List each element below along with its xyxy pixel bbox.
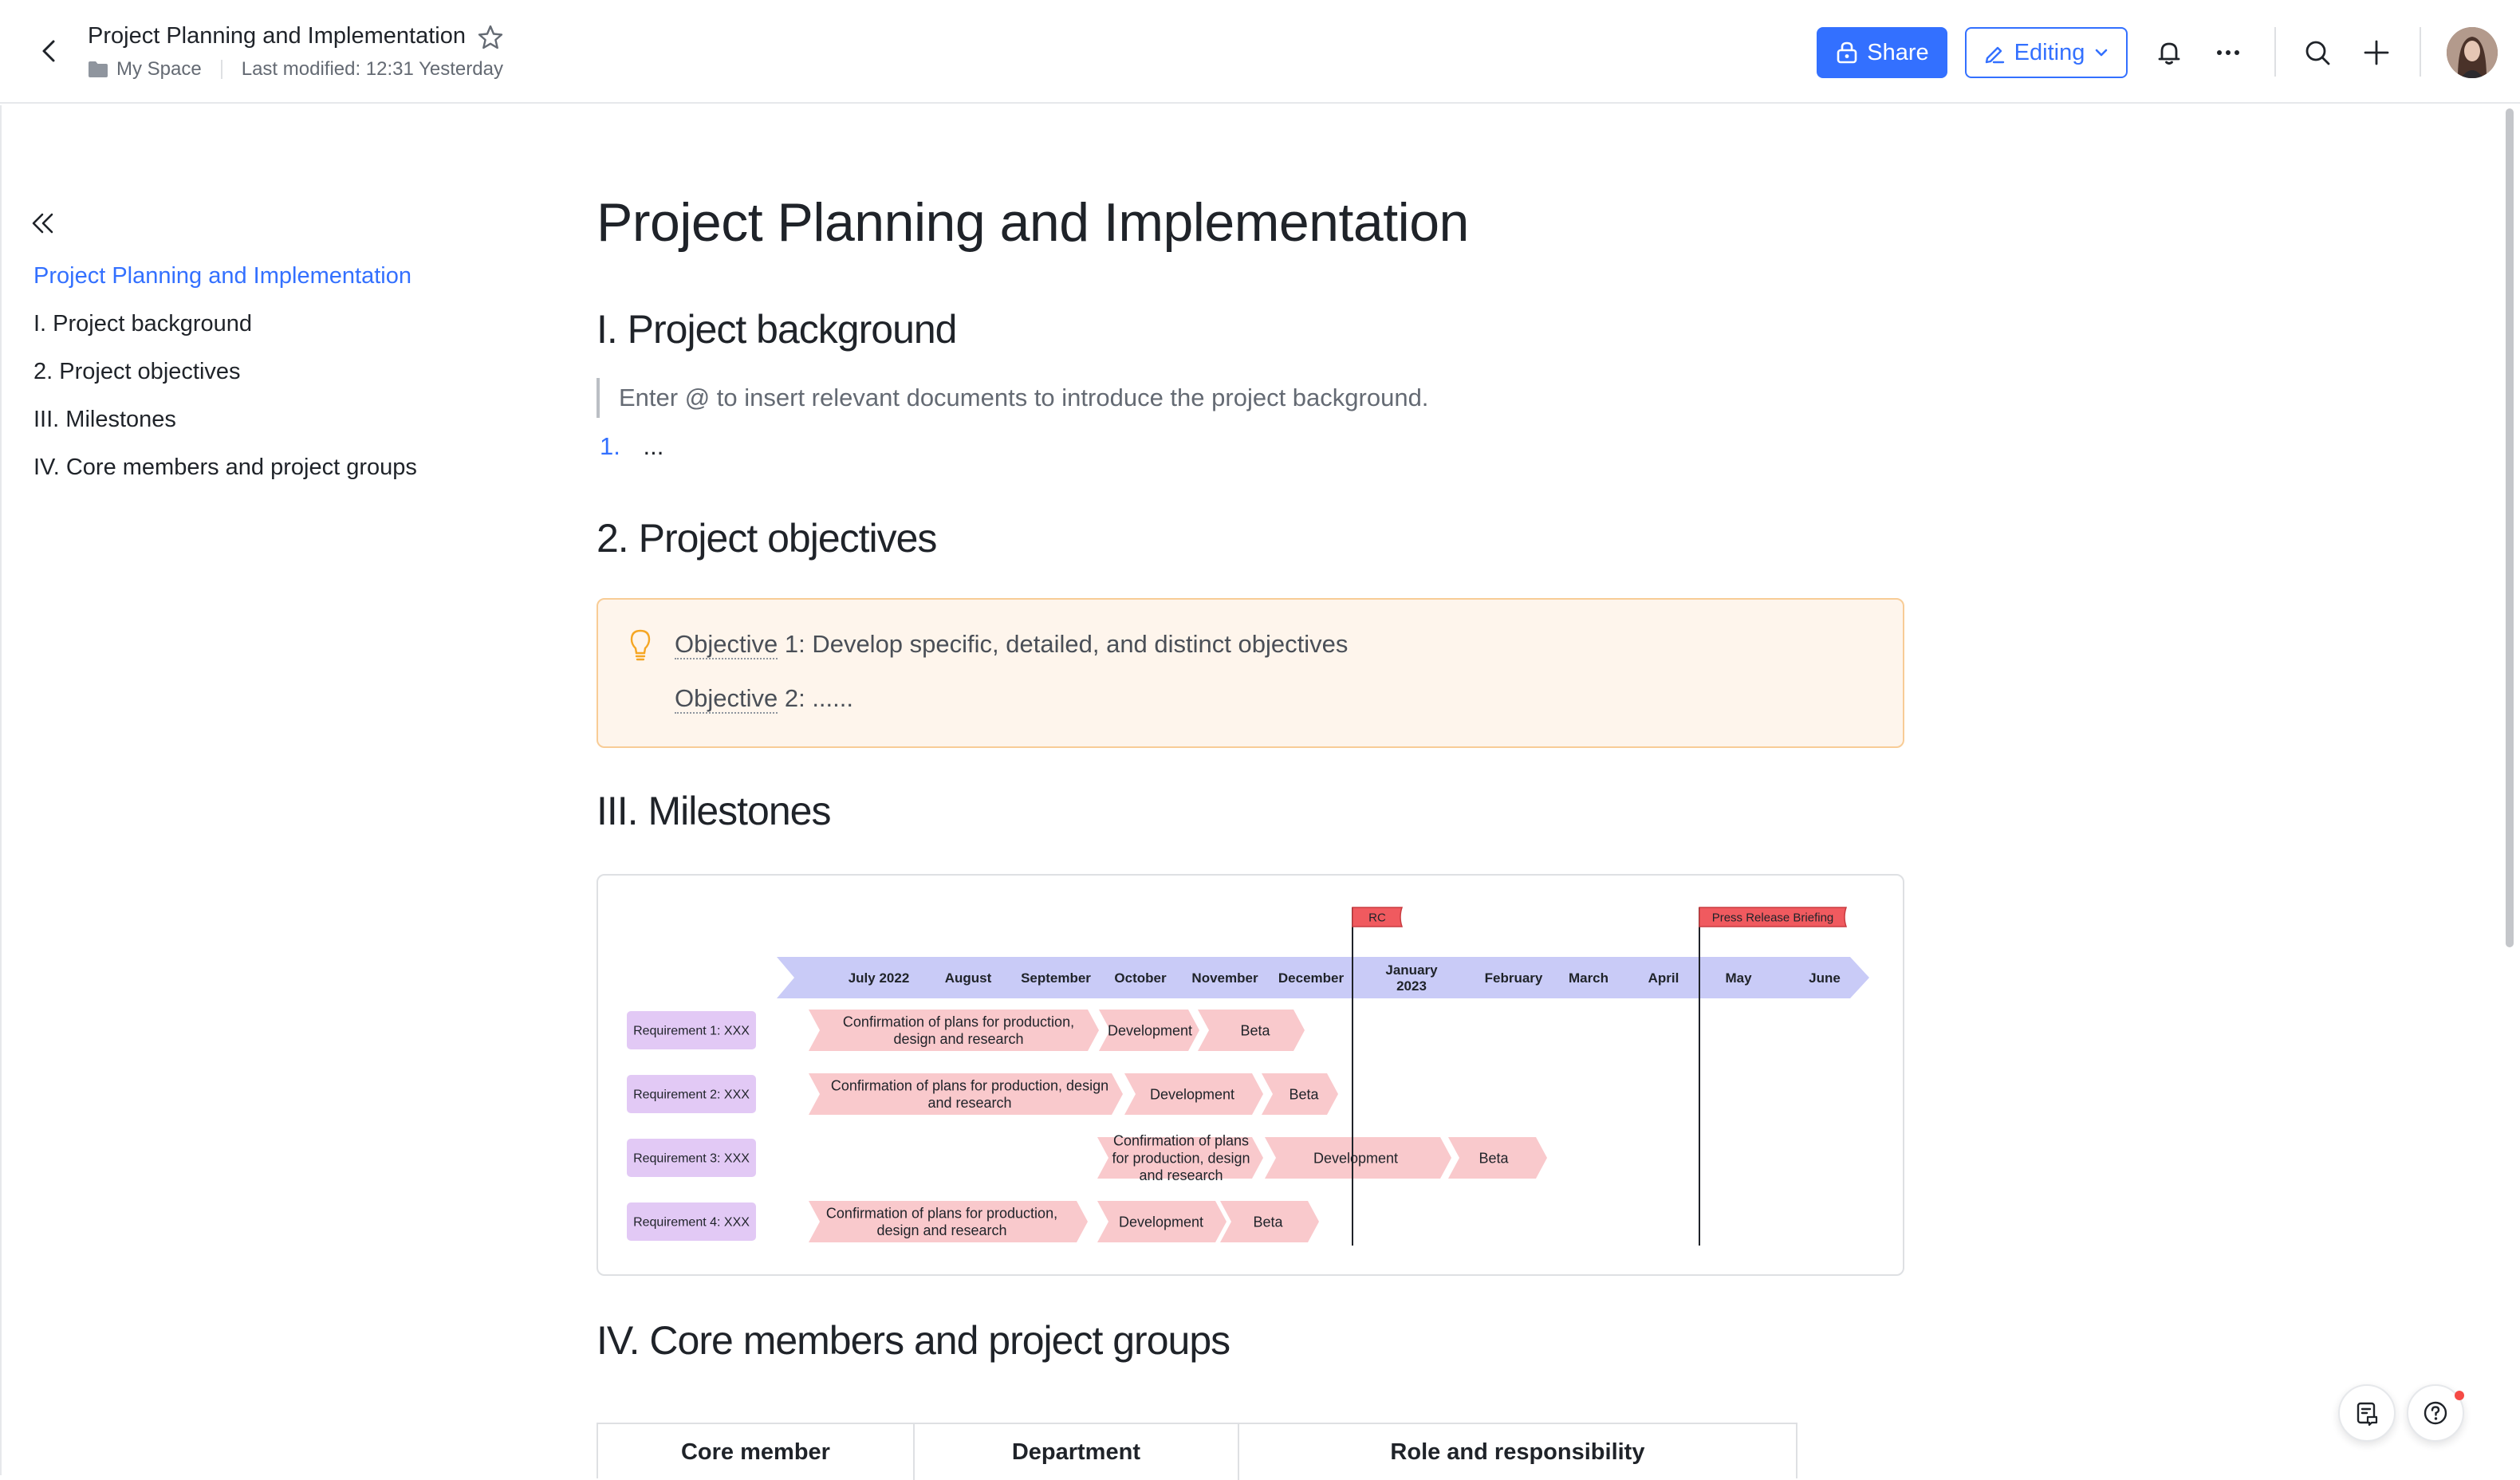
milestone-flag-label: RC [1368,911,1386,924]
top-bar: Project Planning and Implementation My S… [0,0,2520,104]
timeline-month-label: May [1725,970,1752,986]
outline-item-milestones[interactable]: III. Milestones [33,396,417,443]
timeline-month-label: August [945,970,992,986]
requirement-label: Requirement 3: XXX [633,1152,750,1166]
milestone-flag-label: Press Release Briefing [1712,911,1834,924]
meta-divider [220,60,222,79]
search-icon[interactable] [2301,37,2333,69]
ordered-list-item[interactable]: 1. ... [597,432,663,461]
outline-item-objectives[interactable]: 2. Project objectives [33,348,417,396]
share-label: Share [1867,39,1929,65]
requirement-label: Requirement 1: XXX [633,1025,750,1038]
timeline-month-label: November [1191,970,1258,986]
collapse-outline-icon[interactable] [29,209,57,238]
task-label: Development [1119,1214,1203,1230]
table-header-cell[interactable]: Role and responsibility [1239,1424,1796,1480]
document-outline: Project Planning and Implementation I. P… [33,252,417,491]
gantt-svg: July 2022 August September October November D… [627,907,1869,1246]
plus-icon[interactable] [2361,37,2392,69]
help-icon [2422,1399,2449,1427]
scrollbar-thumb[interactable] [2506,108,2514,947]
quote-block[interactable]: Enter @ to insert relevant documents to … [597,378,1428,418]
table-header-cell[interactable]: Department [915,1424,1239,1480]
timeline-month-label: March [1569,970,1608,986]
objective-keyword[interactable]: Objective [675,684,778,714]
requirement-label: Requirement 2: XXX [633,1088,750,1102]
user-avatar[interactable] [2447,27,2498,78]
outline-item-background[interactable]: I. Project background [33,300,417,348]
comment-panel-icon [2353,1399,2380,1427]
objective-text: 1: Develop specific, detailed, and disti… [778,630,1349,658]
pencil-icon [1983,41,2006,65]
milestones-gantt-chart[interactable]: July 2022 August September October November D… [597,874,1904,1276]
requirement-label: Requirement 4: XXX [633,1216,750,1230]
location-link[interactable]: My Space [116,58,202,81]
header-divider [2274,27,2276,77]
comments-button[interactable] [2338,1384,2396,1442]
objective-text: 2: ...... [778,684,853,712]
list-text: ... [643,432,664,460]
timeline-month-label: February [1485,970,1543,986]
timeline-month-label: June [1809,970,1841,986]
editing-mode-button[interactable]: Editing [1965,27,2128,78]
heading-milestones[interactable]: III. Milestones [597,788,831,834]
objective-line: Objective 2: ...... [675,684,853,714]
document-title: Project Planning and Implementation [88,23,466,49]
timeline-month-label: October [1114,970,1167,986]
lightbulb-icon [628,628,652,663]
table-header-cell[interactable]: Core member [598,1424,915,1480]
window-edge [0,105,2,1475]
timeline-month-label: July 2022 [849,970,910,986]
more-options-icon[interactable] [2212,37,2244,69]
last-modified: Last modified: 12:31 Yesterday [241,58,503,80]
objectives-callout[interactable]: Objective 1: Develop specific, detailed,… [597,598,1904,748]
task-label: Development [1313,1150,1398,1166]
objective-keyword[interactable]: Objective [675,630,778,659]
task-label: Development [1150,1086,1234,1102]
folder-icon [88,61,108,78]
document-meta: My Space Last modified: 12:31 Yesterday [88,58,503,81]
task-label: Beta [1289,1086,1319,1102]
list-number: 1. [600,432,620,460]
back-arrow-icon[interactable] [33,35,65,67]
bell-icon[interactable] [2153,37,2185,69]
objective-line: Objective 1: Develop specific, detailed,… [675,630,1348,659]
task-label: Beta [1479,1150,1509,1166]
heading-project-background[interactable]: I. Project background [597,306,957,352]
star-icon[interactable] [477,24,504,51]
outline-item-title[interactable]: Project Planning and Implementation [33,252,417,300]
task-label: Beta [1253,1214,1283,1230]
heading-project-objectives[interactable]: 2. Project objectives [597,515,937,561]
header-divider [2420,27,2421,77]
share-button[interactable]: Share [1817,27,1947,78]
outline-item-core-members[interactable]: IV. Core members and project groups [33,443,417,491]
chevron-down-icon [2093,44,2110,61]
task-label: Beta [1240,1022,1270,1038]
heading-core-members[interactable]: IV. Core members and project groups [597,1317,1230,1364]
task-label: Development [1108,1022,1192,1038]
editing-label: Editing [2014,39,2085,65]
page-title[interactable]: Project Planning and Implementation [597,191,1469,254]
timeline-month-label: September [1021,970,1091,986]
core-members-table[interactable]: Core member Department Role and responsi… [597,1423,1797,1480]
timeline-month-label: December [1278,970,1345,986]
timeline-month-label: April [1648,970,1679,986]
lock-share-icon [1835,41,1859,65]
notification-dot [2455,1391,2464,1400]
